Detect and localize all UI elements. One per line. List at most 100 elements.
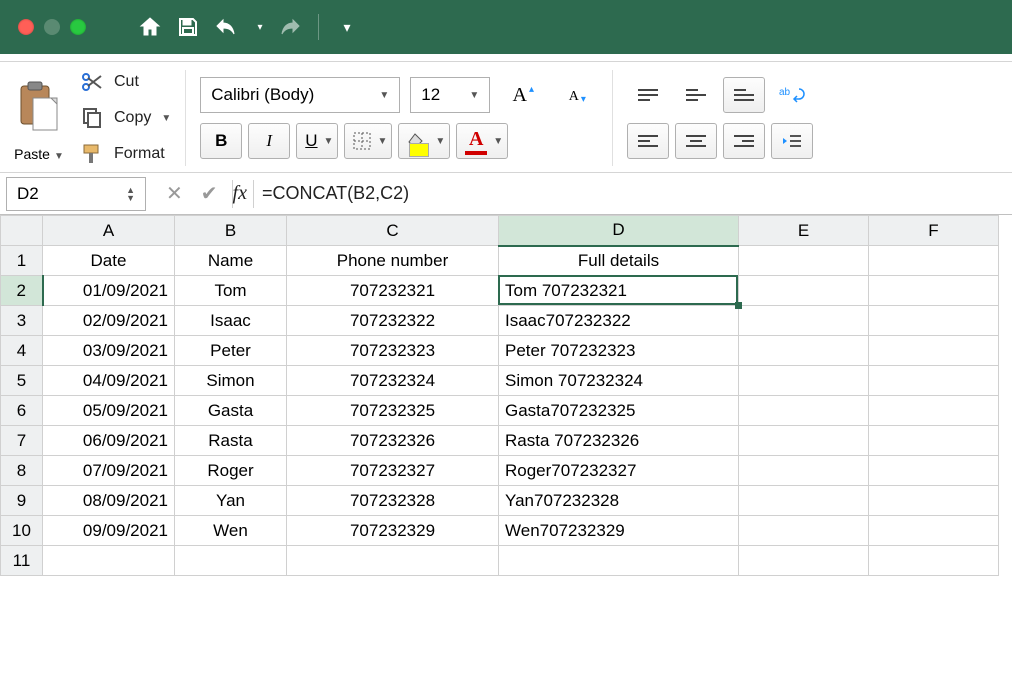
select-all-corner[interactable]	[1, 216, 43, 246]
minimize-window-button[interactable]	[44, 19, 60, 35]
cancel-formula-icon[interactable]: ✕	[166, 181, 183, 206]
column-header-C[interactable]: C	[287, 216, 499, 246]
cell-E10[interactable]	[739, 516, 869, 546]
cell-E5[interactable]	[739, 366, 869, 396]
fill-color-button[interactable]: ▼	[398, 123, 450, 159]
home-icon[interactable]	[136, 13, 164, 41]
cell-C1[interactable]: Phone number	[287, 246, 499, 276]
cell-C8[interactable]: 707232327	[287, 456, 499, 486]
cell-A11[interactable]	[43, 546, 175, 576]
cell-F6[interactable]	[869, 396, 999, 426]
row-header-1[interactable]: 1	[1, 246, 43, 276]
cell-A3[interactable]: 02/09/2021	[43, 306, 175, 336]
redo-icon[interactable]	[276, 13, 304, 41]
wrap-text-button[interactable]: ab	[771, 77, 813, 113]
cell-F4[interactable]	[869, 336, 999, 366]
accept-formula-icon[interactable]: ✔	[201, 181, 218, 206]
cell-F7[interactable]	[869, 426, 999, 456]
cell-F2[interactable]	[869, 276, 999, 306]
cell-E3[interactable]	[739, 306, 869, 336]
cell-A4[interactable]: 03/09/2021	[43, 336, 175, 366]
cell-A8[interactable]: 07/09/2021	[43, 456, 175, 486]
format-painter-button[interactable]: Format	[80, 142, 171, 166]
cell-D10[interactable]: Wen707232329	[499, 516, 739, 546]
decrease-font-size-button[interactable]: A▾	[554, 77, 598, 113]
row-header-5[interactable]: 5	[1, 366, 43, 396]
cell-A9[interactable]: 08/09/2021	[43, 486, 175, 516]
fill-handle[interactable]	[735, 302, 742, 309]
row-header-10[interactable]: 10	[1, 516, 43, 546]
cell-B3[interactable]: Isaac	[175, 306, 287, 336]
font-name-select[interactable]: Calibri (Body) ▼	[200, 77, 400, 113]
fx-label[interactable]: fx	[233, 182, 247, 205]
cell-E2[interactable]	[739, 276, 869, 306]
cell-D2[interactable]: Tom 707232321	[499, 276, 739, 306]
bold-button[interactable]: B	[200, 123, 242, 159]
cell-A2[interactable]: 01/09/2021	[43, 276, 175, 306]
cut-button[interactable]: Cut	[80, 70, 171, 94]
cell-F3[interactable]	[869, 306, 999, 336]
cell-C3[interactable]: 707232322	[287, 306, 499, 336]
cell-D7[interactable]: Rasta 707232326	[499, 426, 739, 456]
cell-B7[interactable]: Rasta	[175, 426, 287, 456]
cell-D3[interactable]: Isaac707232322	[499, 306, 739, 336]
undo-dropdown-icon[interactable]: ▾	[254, 13, 266, 41]
row-header-6[interactable]: 6	[1, 396, 43, 426]
column-header-B[interactable]: B	[175, 216, 287, 246]
align-right-button[interactable]	[723, 123, 765, 159]
cell-E4[interactable]	[739, 336, 869, 366]
cell-E6[interactable]	[739, 396, 869, 426]
align-left-button[interactable]	[627, 123, 669, 159]
cell-C11[interactable]	[287, 546, 499, 576]
cell-A7[interactable]: 06/09/2021	[43, 426, 175, 456]
cell-B2[interactable]: Tom	[175, 276, 287, 306]
font-color-button[interactable]: A ▼	[456, 123, 508, 159]
cell-A10[interactable]: 09/09/2021	[43, 516, 175, 546]
cell-F11[interactable]	[869, 546, 999, 576]
align-bottom-button[interactable]	[723, 77, 765, 113]
row-header-3[interactable]: 3	[1, 306, 43, 336]
row-header-2[interactable]: 2	[1, 276, 43, 306]
row-header-7[interactable]: 7	[1, 426, 43, 456]
row-header-8[interactable]: 8	[1, 456, 43, 486]
cell-C9[interactable]: 707232328	[287, 486, 499, 516]
underline-button[interactable]: U▼	[296, 123, 338, 159]
row-header-4[interactable]: 4	[1, 336, 43, 366]
cell-B9[interactable]: Yan	[175, 486, 287, 516]
cell-F10[interactable]	[869, 516, 999, 546]
cell-C2[interactable]: 707232321	[287, 276, 499, 306]
row-header-11[interactable]: 11	[1, 546, 43, 576]
italic-button[interactable]: I	[248, 123, 290, 159]
formula-input[interactable]: =CONCAT(B2,C2)	[254, 183, 1012, 204]
paste-button[interactable]: Paste▼	[10, 74, 68, 162]
align-middle-button[interactable]	[675, 77, 717, 113]
cell-E8[interactable]	[739, 456, 869, 486]
align-top-button[interactable]	[627, 77, 669, 113]
column-header-D[interactable]: D	[499, 216, 739, 246]
cell-E1[interactable]	[739, 246, 869, 276]
align-center-button[interactable]	[675, 123, 717, 159]
cell-E11[interactable]	[739, 546, 869, 576]
close-window-button[interactable]	[18, 19, 34, 35]
cell-C5[interactable]: 707232324	[287, 366, 499, 396]
save-icon[interactable]	[174, 13, 202, 41]
cell-B11[interactable]	[175, 546, 287, 576]
cell-D4[interactable]: Peter 707232323	[499, 336, 739, 366]
cell-B6[interactable]: Gasta	[175, 396, 287, 426]
cell-D5[interactable]: Simon 707232324	[499, 366, 739, 396]
cell-B4[interactable]: Peter	[175, 336, 287, 366]
cell-B5[interactable]: Simon	[175, 366, 287, 396]
column-header-A[interactable]: A	[43, 216, 175, 246]
cell-A1[interactable]: Date	[43, 246, 175, 276]
undo-icon[interactable]	[212, 13, 240, 41]
cell-F8[interactable]	[869, 456, 999, 486]
cell-D8[interactable]: Roger707232327	[499, 456, 739, 486]
font-size-select[interactable]: 12 ▼	[410, 77, 490, 113]
spreadsheet-grid[interactable]: ABCDEF1DateNamePhone numberFull details2…	[0, 215, 1012, 576]
cell-B10[interactable]: Wen	[175, 516, 287, 546]
cell-F1[interactable]	[869, 246, 999, 276]
cell-E9[interactable]	[739, 486, 869, 516]
cell-B1[interactable]: Name	[175, 246, 287, 276]
cell-C10[interactable]: 707232329	[287, 516, 499, 546]
cell-C7[interactable]: 707232326	[287, 426, 499, 456]
